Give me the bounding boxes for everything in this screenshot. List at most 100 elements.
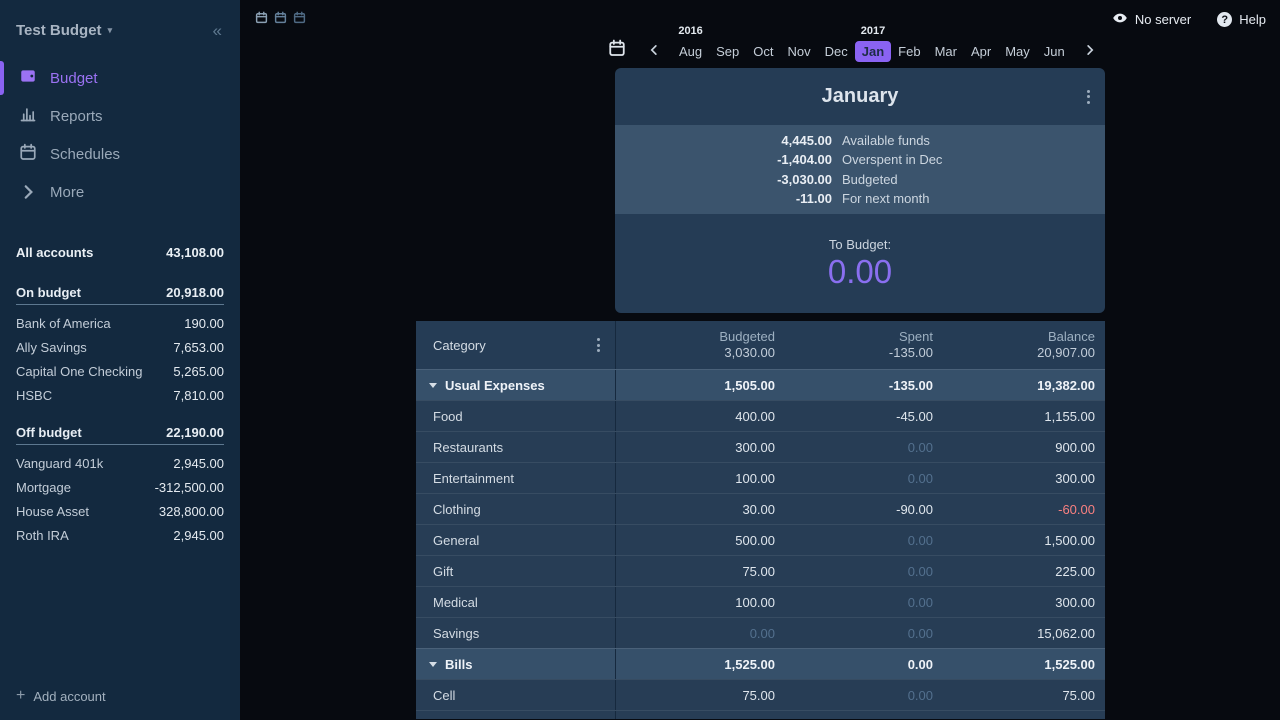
month-oct[interactable]: Oct bbox=[746, 41, 780, 62]
month-jan-selected[interactable]: 2017Jan bbox=[855, 41, 891, 62]
month-jun[interactable]: Jun bbox=[1037, 41, 1072, 62]
category-name[interactable]: Gift bbox=[416, 556, 616, 586]
spent-cell[interactable]: 0.00 bbox=[785, 680, 943, 710]
budgeted-cell[interactable]: 75.00 bbox=[616, 556, 785, 586]
spent-cell[interactable]: -90.00 bbox=[785, 494, 943, 524]
balance-cell[interactable]: 1,155.00 bbox=[943, 401, 1105, 431]
spent-cell[interactable]: 0.00 bbox=[785, 525, 943, 555]
category-name[interactable]: Entertainment bbox=[416, 463, 616, 493]
month-dec[interactable]: Dec bbox=[818, 41, 855, 62]
month-sep[interactable]: Sep bbox=[709, 41, 746, 62]
category-row-clothing[interactable]: Clothing 30.00 -90.00 -60.00 bbox=[416, 493, 1105, 524]
summary-row: -1,404.00 Overspent in Dec bbox=[615, 150, 1105, 170]
to-budget-button[interactable]: To Budget: 0.00 bbox=[615, 214, 1105, 313]
three-month-view-icon[interactable] bbox=[293, 11, 306, 27]
category-row-cell[interactable]: Cell 75.00 0.00 75.00 bbox=[416, 679, 1105, 710]
month-mar[interactable]: Mar bbox=[928, 41, 964, 62]
spent-cell[interactable]: 0.00 bbox=[785, 618, 943, 648]
budgeted-cell[interactable]: 300.00 bbox=[616, 432, 785, 462]
nav-item-more[interactable]: More bbox=[0, 173, 240, 211]
month-may[interactable]: May bbox=[998, 41, 1037, 62]
category-row-gift[interactable]: Gift 75.00 0.00 225.00 bbox=[416, 555, 1105, 586]
month-menu-kebab-icon[interactable] bbox=[1084, 87, 1093, 107]
balance-column-header[interactable]: Balance 20,907.00 bbox=[943, 321, 1105, 369]
nav-item-reports[interactable]: Reports bbox=[0, 97, 240, 135]
on-budget-header[interactable]: On budget 20,918.00 bbox=[16, 281, 224, 305]
account-row-capital-one-checking[interactable]: Capital One Checking 5,265.00 bbox=[16, 359, 224, 383]
budgeted-cell[interactable]: 500.00 bbox=[616, 525, 785, 555]
spent-cell[interactable]: -45.00 bbox=[785, 401, 943, 431]
category-name[interactable]: Savings bbox=[416, 618, 616, 648]
previous-month-button[interactable] bbox=[642, 44, 666, 62]
all-accounts-row[interactable]: All accounts 43,108.00 bbox=[16, 239, 224, 265]
account-row-vanguard-401k[interactable]: Vanguard 401k 2,945.00 bbox=[16, 451, 224, 475]
one-month-view-icon[interactable] bbox=[255, 11, 268, 27]
collapse-group-icon[interactable] bbox=[429, 662, 437, 667]
month-apr[interactable]: Apr bbox=[964, 41, 998, 62]
month-feb[interactable]: Feb bbox=[891, 41, 927, 62]
sidebar: Test Budget ▾ « Budget Reports bbox=[0, 0, 240, 720]
two-month-view-icon[interactable] bbox=[274, 11, 287, 27]
budgeted-column-header[interactable]: Budgeted 3,030.00 bbox=[616, 321, 785, 369]
calendar-icon bbox=[19, 143, 37, 165]
balance-cell[interactable]: 300.00 bbox=[943, 463, 1105, 493]
spent-cell[interactable]: 0.00 bbox=[785, 463, 943, 493]
calendar-icon[interactable] bbox=[608, 39, 626, 62]
balance-cell[interactable]: 225.00 bbox=[943, 556, 1105, 586]
account-row-mortgage[interactable]: Mortgage -312,500.00 bbox=[16, 475, 224, 499]
category-row-medical[interactable]: Medical 100.00 0.00 300.00 bbox=[416, 586, 1105, 617]
off-budget-header[interactable]: Off budget 22,190.00 bbox=[16, 421, 224, 445]
account-row-hsbc[interactable]: HSBC 7,810.00 bbox=[16, 383, 224, 407]
group-label: On budget bbox=[16, 285, 81, 300]
balance-cell-negative[interactable]: -60.00 bbox=[943, 494, 1105, 524]
month-nov[interactable]: Nov bbox=[781, 41, 818, 62]
account-row-bank-of-america[interactable]: Bank of America 190.00 bbox=[16, 311, 224, 335]
group-spent: 0.00 bbox=[785, 649, 943, 679]
balance-cell[interactable]: 1,500.00 bbox=[943, 525, 1105, 555]
category-name[interactable]: Cell bbox=[416, 680, 616, 710]
group-row-bills[interactable]: Bills 1,525.00 0.00 1,525.00 bbox=[416, 648, 1105, 679]
account-row-house-asset[interactable]: House Asset 328,800.00 bbox=[16, 499, 224, 523]
budgeted-cell[interactable]: 75.00 bbox=[616, 680, 785, 710]
nav-label: Reports bbox=[50, 108, 103, 125]
budgeted-cell[interactable]: 100.00 bbox=[616, 587, 785, 617]
category-name[interactable]: Medical bbox=[416, 587, 616, 617]
next-month-button[interactable] bbox=[1078, 44, 1102, 62]
category-name[interactable]: Restaurants bbox=[416, 432, 616, 462]
nav-item-budget[interactable]: Budget bbox=[0, 59, 240, 97]
available-funds-label: Available funds bbox=[842, 131, 1105, 151]
balance-cell[interactable]: 900.00 bbox=[943, 432, 1105, 462]
balance-cell[interactable]: 15,062.00 bbox=[943, 618, 1105, 648]
account-row-ally-savings[interactable]: Ally Savings 7,653.00 bbox=[16, 335, 224, 359]
server-status-button[interactable]: No server bbox=[1112, 10, 1191, 29]
sidebar-collapse-button[interactable]: « bbox=[209, 20, 226, 41]
spent-cell[interactable]: 0.00 bbox=[785, 432, 943, 462]
budgeted-cell[interactable]: 0.00 bbox=[616, 618, 785, 648]
category-row-savings[interactable]: Savings 0.00 0.00 15,062.00 bbox=[416, 617, 1105, 648]
category-name[interactable]: General bbox=[416, 525, 616, 555]
category-row-general[interactable]: General 500.00 0.00 1,500.00 bbox=[416, 524, 1105, 555]
spent-cell[interactable]: 0.00 bbox=[785, 556, 943, 586]
month-aug[interactable]: 2016Aug bbox=[672, 41, 709, 62]
help-button[interactable]: ? Help bbox=[1217, 12, 1266, 27]
budgeted-cell[interactable]: 100.00 bbox=[616, 463, 785, 493]
nav-item-schedules[interactable]: Schedules bbox=[0, 135, 240, 173]
category-menu-kebab-icon[interactable] bbox=[594, 335, 603, 355]
group-row-usual-expenses[interactable]: Usual Expenses 1,505.00 -135.00 19,382.0… bbox=[416, 369, 1105, 400]
category-name[interactable]: Food bbox=[416, 401, 616, 431]
account-row-roth-ira[interactable]: Roth IRA 2,945.00 bbox=[16, 523, 224, 547]
spent-cell[interactable]: 0.00 bbox=[785, 587, 943, 617]
category-name[interactable]: Clothing bbox=[416, 494, 616, 524]
spent-column-header[interactable]: Spent -135.00 bbox=[785, 321, 943, 369]
balance-cell[interactable]: 300.00 bbox=[943, 587, 1105, 617]
budget-file-menu[interactable]: Test Budget ▾ bbox=[16, 22, 112, 39]
budgeted-cell[interactable]: 400.00 bbox=[616, 401, 785, 431]
budgeted-cell[interactable]: 30.00 bbox=[616, 494, 785, 524]
category-row-food[interactable]: Food 400.00 -45.00 1,155.00 bbox=[416, 400, 1105, 431]
balance-cell[interactable]: 75.00 bbox=[943, 680, 1105, 710]
category-row-entertainment[interactable]: Entertainment 100.00 0.00 300.00 bbox=[416, 462, 1105, 493]
collapse-group-icon[interactable] bbox=[429, 383, 437, 388]
group-balance: 19,382.00 bbox=[943, 370, 1105, 400]
category-row-restaurants[interactable]: Restaurants 300.00 0.00 900.00 bbox=[416, 431, 1105, 462]
add-account-button[interactable]: + Add account bbox=[0, 688, 240, 720]
